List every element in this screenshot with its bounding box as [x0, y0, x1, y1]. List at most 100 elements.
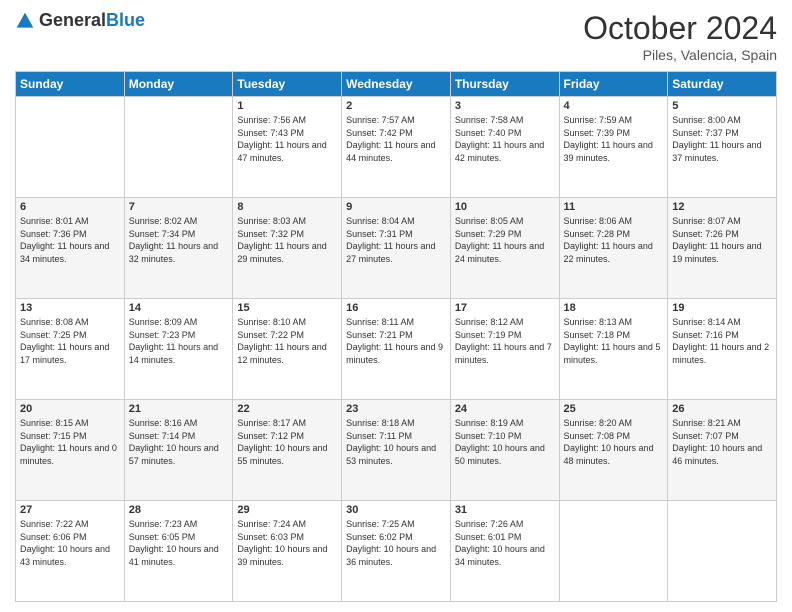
calendar-cell: 30Sunrise: 7:25 AMSunset: 6:02 PMDayligh… — [342, 501, 451, 602]
calendar-cell: 20 Sunrise: 8:15 AMSunset: 7:15 PMDayligh… — [16, 400, 125, 501]
calendar-cell: 18 Sunrise: 8:13 AMSunset: 7:18 PMDayligh… — [559, 299, 668, 400]
calendar-cell: 13Sunrise: 8:08 AMSunset: 7:25 PMDayligh… — [16, 299, 125, 400]
day-number: 1 — [237, 100, 337, 112]
calendar-cell: 3Sunrise: 7:58 AMSunset: 7:40 PMDaylight… — [450, 97, 559, 198]
day-number: 18 — [564, 302, 664, 314]
weekday-header-tuesday: Tuesday — [233, 72, 342, 97]
calendar-cell: 10 Sunrise: 8:05 AMSunset: 7:29 PMDayligh… — [450, 198, 559, 299]
calendar-cell: 24 Sunrise: 8:19 AMSunset: 7:10 PMDayligh… — [450, 400, 559, 501]
calendar-week-row: 27 Sunrise: 7:22 AMSunset: 6:06 PMDayligh… — [16, 501, 777, 602]
calendar-cell — [668, 501, 777, 602]
day-detail: Sunrise: 8:15 AMSunset: 7:15 PMDaylight:… — [20, 417, 120, 467]
calendar-cell: 7 Sunrise: 8:02 AMSunset: 7:34 PMDaylight… — [124, 198, 233, 299]
calendar-cell: 27 Sunrise: 7:22 AMSunset: 6:06 PMDayligh… — [16, 501, 125, 602]
day-detail: Sunrise: 8:21 AMSunset: 7:07 PMDaylight:… — [672, 417, 772, 467]
day-detail: Sunrise: 8:20 AMSunset: 7:08 PMDaylight:… — [564, 417, 664, 467]
calendar-cell: 22 Sunrise: 8:17 AMSunset: 7:12 PMDayligh… — [233, 400, 342, 501]
day-number: 17 — [455, 302, 555, 314]
day-number: 2 — [346, 100, 446, 112]
day-number: 23 — [346, 403, 446, 415]
calendar-week-row: 1 Sunrise: 7:56 AMSunset: 7:43 PMDaylight… — [16, 97, 777, 198]
day-number: 20 — [20, 403, 120, 415]
day-number: 10 — [455, 201, 555, 213]
day-detail: Sunrise: 7:56 AMSunset: 7:43 PMDaylight:… — [237, 114, 337, 164]
day-detail: Sunrise: 7:58 AMSunset: 7:40 PMDaylight:… — [455, 114, 555, 164]
calendar-cell: 25Sunrise: 8:20 AMSunset: 7:08 PMDayligh… — [559, 400, 668, 501]
calendar-cell: 11 Sunrise: 8:06 AMSunset: 7:28 PMDayligh… — [559, 198, 668, 299]
day-number: 24 — [455, 403, 555, 415]
calendar-cell: 19 Sunrise: 8:14 AMSunset: 7:16 PMDayligh… — [668, 299, 777, 400]
calendar-week-row: 6Sunrise: 8:01 AMSunset: 7:36 PMDaylight… — [16, 198, 777, 299]
weekday-header-friday: Friday — [559, 72, 668, 97]
calendar-cell: 28Sunrise: 7:23 AMSunset: 6:05 PMDayligh… — [124, 501, 233, 602]
day-detail: Sunrise: 8:12 AMSunset: 7:19 PMDaylight:… — [455, 316, 555, 366]
calendar-cell: 17 Sunrise: 8:12 AMSunset: 7:19 PMDayligh… — [450, 299, 559, 400]
day-detail: Sunrise: 8:02 AMSunset: 7:34 PMDaylight:… — [129, 215, 229, 265]
day-detail: Sunrise: 7:25 AMSunset: 6:02 PMDaylight:… — [346, 518, 446, 568]
calendar-cell: 4Sunrise: 7:59 AMSunset: 7:39 PMDaylight… — [559, 97, 668, 198]
day-detail: Sunrise: 8:04 AMSunset: 7:31 PMDaylight:… — [346, 215, 446, 265]
page: GeneralBlue October 2024 Piles, Valencia… — [0, 0, 792, 612]
day-number: 12 — [672, 201, 772, 213]
day-detail: Sunrise: 8:09 AMSunset: 7:23 PMDaylight:… — [129, 316, 229, 366]
calendar-cell: 23Sunrise: 8:18 AMSunset: 7:11 PMDayligh… — [342, 400, 451, 501]
location-subtitle: Piles, Valencia, Spain — [583, 47, 777, 63]
day-number: 8 — [237, 201, 337, 213]
day-detail: Sunrise: 8:16 AMSunset: 7:14 PMDaylight:… — [129, 417, 229, 467]
calendar-week-row: 20 Sunrise: 8:15 AMSunset: 7:15 PMDayligh… — [16, 400, 777, 501]
weekday-header-saturday: Saturday — [668, 72, 777, 97]
logo-icon — [15, 11, 35, 31]
calendar-cell: 16 Sunrise: 8:11 AMSunset: 7:21 PMDayligh… — [342, 299, 451, 400]
weekday-header-monday: Monday — [124, 72, 233, 97]
calendar-cell — [124, 97, 233, 198]
day-number: 27 — [20, 504, 120, 516]
day-detail: Sunrise: 7:24 AMSunset: 6:03 PMDaylight:… — [237, 518, 337, 568]
day-detail: Sunrise: 7:23 AMSunset: 6:05 PMDaylight:… — [129, 518, 229, 568]
logo-general: GeneralBlue — [39, 10, 145, 31]
day-detail: Sunrise: 7:57 AMSunset: 7:42 PMDaylight:… — [346, 114, 446, 164]
day-number: 16 — [346, 302, 446, 314]
calendar-table: SundayMondayTuesdayWednesdayThursdayFrid… — [15, 71, 777, 602]
logo: GeneralBlue — [15, 10, 145, 31]
calendar-cell: 1 Sunrise: 7:56 AMSunset: 7:43 PMDaylight… — [233, 97, 342, 198]
calendar-cell: 8 Sunrise: 8:03 AMSunset: 7:32 PMDaylight… — [233, 198, 342, 299]
day-number: 14 — [129, 302, 229, 314]
calendar-cell: 15 Sunrise: 8:10 AMSunset: 7:22 PMDayligh… — [233, 299, 342, 400]
day-number: 26 — [672, 403, 772, 415]
calendar-cell — [16, 97, 125, 198]
weekday-header-sunday: Sunday — [16, 72, 125, 97]
calendar-cell: 31 Sunrise: 7:26 AMSunset: 6:01 PMDayligh… — [450, 501, 559, 602]
day-detail: Sunrise: 7:26 AMSunset: 6:01 PMDaylight:… — [455, 518, 555, 568]
day-number: 5 — [672, 100, 772, 112]
day-detail: Sunrise: 8:06 AMSunset: 7:28 PMDaylight:… — [564, 215, 664, 265]
day-number: 22 — [237, 403, 337, 415]
calendar-cell: 21Sunrise: 8:16 AMSunset: 7:14 PMDayligh… — [124, 400, 233, 501]
day-detail: Sunrise: 8:00 AMSunset: 7:37 PMDaylight:… — [672, 114, 772, 164]
calendar-cell: 14 Sunrise: 8:09 AMSunset: 7:23 PMDayligh… — [124, 299, 233, 400]
day-detail: Sunrise: 8:03 AMSunset: 7:32 PMDaylight:… — [237, 215, 337, 265]
day-detail: Sunrise: 8:11 AMSunset: 7:21 PMDaylight:… — [346, 316, 446, 366]
day-detail: Sunrise: 7:22 AMSunset: 6:06 PMDaylight:… — [20, 518, 120, 568]
day-number: 9 — [346, 201, 446, 213]
day-detail: Sunrise: 8:14 AMSunset: 7:16 PMDaylight:… — [672, 316, 772, 366]
day-detail: Sunrise: 8:17 AMSunset: 7:12 PMDaylight:… — [237, 417, 337, 467]
day-detail: Sunrise: 8:05 AMSunset: 7:29 PMDaylight:… — [455, 215, 555, 265]
day-number: 11 — [564, 201, 664, 213]
calendar-cell: 12 Sunrise: 8:07 AMSunset: 7:26 PMDayligh… — [668, 198, 777, 299]
header: GeneralBlue October 2024 Piles, Valencia… — [15, 10, 777, 63]
calendar-cell: 2 Sunrise: 7:57 AMSunset: 7:42 PMDaylight… — [342, 97, 451, 198]
day-detail: Sunrise: 7:59 AMSunset: 7:39 PMDaylight:… — [564, 114, 664, 164]
day-detail: Sunrise: 8:13 AMSunset: 7:18 PMDaylight:… — [564, 316, 664, 366]
calendar-cell: 5 Sunrise: 8:00 AMSunset: 7:37 PMDaylight… — [668, 97, 777, 198]
day-number: 6 — [20, 201, 120, 213]
title-block: October 2024 Piles, Valencia, Spain — [583, 10, 777, 63]
day-number: 31 — [455, 504, 555, 516]
day-number: 13 — [20, 302, 120, 314]
day-number: 15 — [237, 302, 337, 314]
day-detail: Sunrise: 8:19 AMSunset: 7:10 PMDaylight:… — [455, 417, 555, 467]
day-detail: Sunrise: 8:07 AMSunset: 7:26 PMDaylight:… — [672, 215, 772, 265]
day-detail: Sunrise: 8:10 AMSunset: 7:22 PMDaylight:… — [237, 316, 337, 366]
day-number: 19 — [672, 302, 772, 314]
day-number: 7 — [129, 201, 229, 213]
calendar-cell: 6Sunrise: 8:01 AMSunset: 7:36 PMDaylight… — [16, 198, 125, 299]
